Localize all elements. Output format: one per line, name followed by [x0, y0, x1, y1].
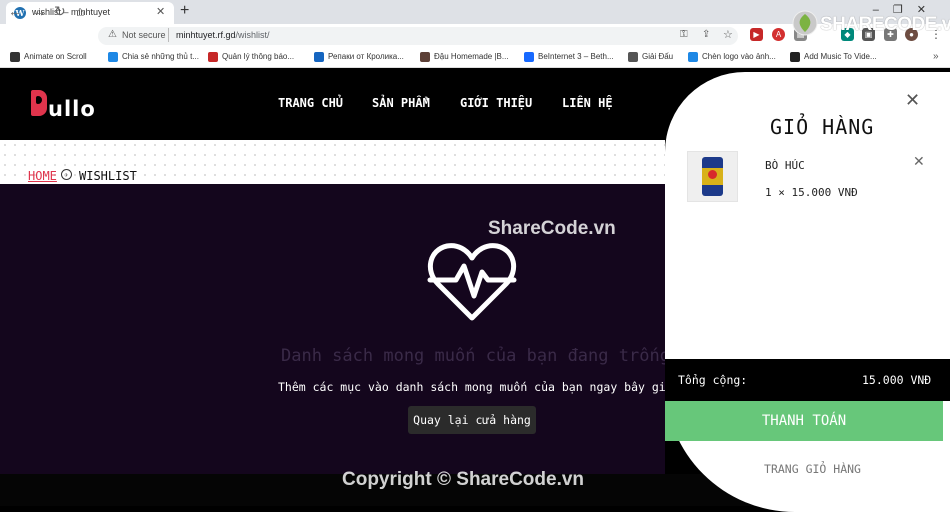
wishlist-empty-subtitle: Thêm các mục vào danh sách mong muốn của… [278, 380, 680, 394]
not-secure-label[interactable]: Not secure [122, 30, 166, 40]
forward-arrow-icon[interactable]: → [32, 3, 46, 19]
github-icon [10, 52, 20, 62]
bookmark-star-icon[interactable]: ☆ [723, 28, 733, 41]
view-cart-link[interactable]: TRANG GIỎ HÀNG [665, 455, 950, 483]
w-icon [208, 52, 218, 62]
bolt-icon [108, 52, 118, 62]
photo-icon [420, 52, 430, 62]
bookmark-item[interactable]: Animate on Scroll [24, 52, 87, 61]
reload-icon[interactable]: ↻ [54, 3, 66, 20]
warning-icon[interactable]: ⚠ [108, 29, 117, 40]
nav-about[interactable]: GIỚI THIỆU [460, 96, 532, 110]
back-to-shop-button[interactable]: Quay lại cửa hàng [408, 406, 536, 434]
cart-total-label: Tổng cộng: [678, 373, 748, 387]
adblock-icon[interactable]: A [772, 28, 785, 41]
bookmark-item[interactable]: Quản lý thông báo... [222, 52, 294, 61]
rabbit-icon [314, 52, 324, 62]
url-host: minhtuyet.rf.gd [176, 30, 236, 40]
checkout-button[interactable]: THANH TOÁN [665, 401, 943, 441]
bookmark-item[interactable]: Chia sẻ những thủ t... [122, 52, 199, 61]
share-icon[interactable]: ⇪ [702, 29, 710, 40]
cart-title: GIỎ HÀNG [770, 115, 875, 139]
wishlist-empty-title: Danh sách mong muốn của bạn đang trống [281, 346, 670, 366]
bookmarks-overflow-icon[interactable]: » [933, 51, 939, 62]
cart-total-value: 15.000 VNĐ [862, 373, 932, 387]
v2-icon [790, 52, 800, 62]
url-text[interactable]: minhtuyet.rf.gd/wishlist/ [176, 30, 270, 40]
nav-home[interactable]: TRANG CHỦ [278, 96, 343, 110]
sharecode-logo-icon [792, 10, 818, 36]
energy-drink-logo [708, 170, 717, 179]
breadcrumb-home-link[interactable]: HOME [28, 169, 57, 183]
nav-contact[interactable]: LIÊN HỆ [562, 96, 613, 110]
sharecode-logo-text: SHARECODE.vn [820, 14, 950, 35]
home-icon[interactable]: ⌂ [76, 3, 84, 19]
new-tab-button[interactable]: + [180, 2, 189, 20]
bookmark-item[interactable]: Chèn logo vào ảnh... [702, 52, 776, 61]
heart-pulse-icon [427, 243, 517, 321]
cart-item-remove-icon[interactable]: ✕ [913, 153, 925, 170]
breadcrumb-current: WISHLIST [79, 169, 137, 183]
bookmark-item[interactable]: Add Music To Vide... [804, 52, 877, 61]
cart-item-quantity-price: 1 × 15.000 VNĐ [765, 186, 858, 199]
be-icon [524, 52, 534, 62]
url-divider [168, 28, 169, 42]
key-icon[interactable]: ⚿ [680, 29, 688, 40]
extension-record-icon[interactable]: ▶ [750, 28, 763, 41]
bookmark-item[interactable]: BeInternet 3 – Beth... [538, 52, 614, 61]
url-path: /wishlist/ [235, 30, 270, 40]
back-arrow-icon[interactable]: ← [8, 3, 22, 19]
globe-icon [628, 52, 638, 62]
bookmark-item[interactable]: Đậu Homemade |B... [434, 52, 509, 61]
bookmark-item[interactable]: Giải Đấu [642, 52, 673, 61]
watermark-text: ShareCode.vn [488, 218, 616, 239]
copyright-watermark: Copyright © ShareCode.vn [342, 469, 585, 490]
site-logo-text[interactable]: ullo [48, 97, 96, 121]
b-icon [688, 52, 698, 62]
nav-products[interactable]: SẢN PHẨM [372, 96, 430, 110]
breadcrumb-chevron-icon: › [61, 169, 72, 180]
bookmark-item[interactable]: Репаки от Кролика... [328, 52, 404, 61]
tab-close-icon[interactable]: ✕ [156, 5, 165, 18]
cart-item-name[interactable]: BÒ HÚC [765, 159, 805, 172]
cart-close-icon[interactable]: ✕ [905, 90, 920, 111]
